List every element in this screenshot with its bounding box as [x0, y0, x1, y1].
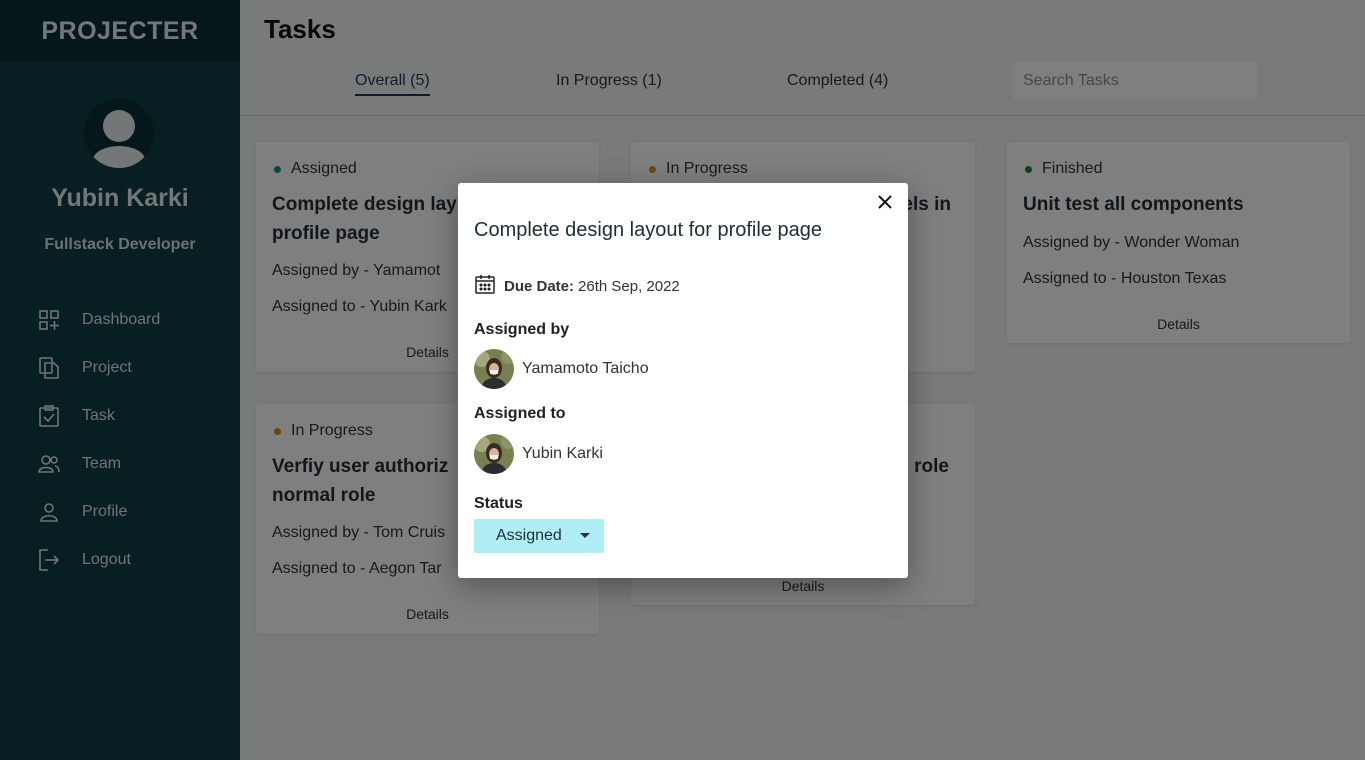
caret-down-icon	[580, 533, 590, 538]
calendar-icon	[474, 273, 496, 299]
assigned-to-name: Yubin Karki	[522, 445, 603, 462]
due-date-row: Due Date: 26th Sep, 2022	[474, 273, 680, 299]
assigned-to-label: Assigned to	[474, 405, 566, 422]
close-icon[interactable]	[874, 191, 896, 213]
assigned-to-person: Yubin Karki	[474, 434, 603, 474]
avatar	[474, 349, 514, 389]
due-date-value: 26th Sep, 2022	[578, 277, 680, 295]
assigned-by-name: Yamamoto Taicho	[522, 360, 649, 377]
task-detail-modal: Complete design layout for profile page …	[458, 183, 908, 578]
modal-title: Complete design layout for profile page	[474, 219, 822, 241]
status-dropdown[interactable]: Assigned	[474, 519, 604, 553]
avatar	[474, 434, 514, 474]
assigned-by-label: Assigned by	[474, 321, 570, 338]
assigned-by-person: Yamamoto Taicho	[474, 349, 649, 389]
due-date-label: Due Date:	[504, 277, 575, 295]
status-label: Status	[474, 495, 523, 512]
status-dropdown-value: Assigned	[496, 527, 562, 544]
